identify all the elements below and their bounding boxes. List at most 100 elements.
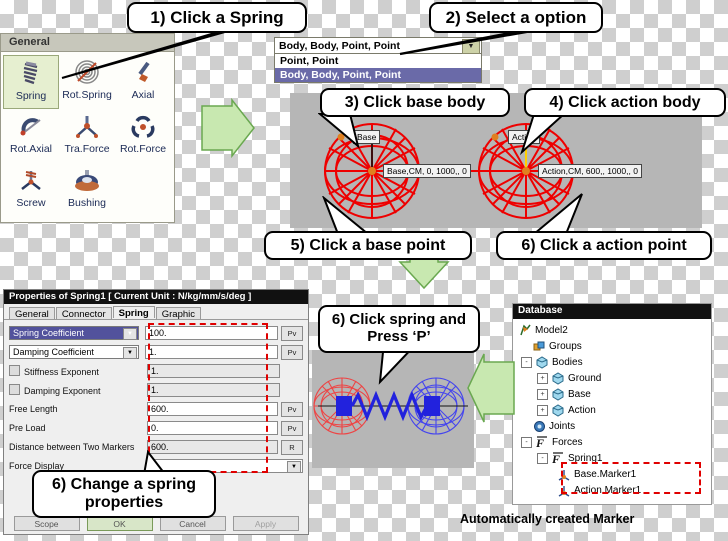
row-pre-load: Pre Load 0. Pv bbox=[9, 420, 303, 436]
callout-4: 4) Click action body bbox=[524, 88, 726, 117]
spring-coefficient-select[interactable]: Spring Coefficient ▼ bbox=[9, 326, 139, 340]
toolbar-item-spring[interactable]: Spring bbox=[3, 55, 59, 109]
arrow-right-to-viewport bbox=[201, 98, 255, 159]
damping-coefficient-input[interactable]: 1. bbox=[145, 345, 278, 359]
damping-exponent-input[interactable]: 1. bbox=[147, 383, 280, 397]
checkbox-icon[interactable] bbox=[9, 384, 20, 395]
rotational-force-icon bbox=[128, 112, 158, 142]
tree-item-bodies[interactable]: - Bodies bbox=[517, 354, 711, 370]
callout-5: 5) Click a base point bbox=[264, 231, 472, 260]
chevron-down-icon[interactable]: ▼ bbox=[287, 461, 301, 473]
svg-text:F: F bbox=[535, 436, 544, 449]
spring-coefficient-pv-button[interactable]: Pv bbox=[281, 325, 303, 341]
toolbar-item-label: Axial bbox=[131, 89, 155, 101]
expand-toggle[interactable]: + bbox=[537, 388, 548, 400]
damping-coefficient-select[interactable]: Damping Coefficient ▼ bbox=[9, 345, 139, 359]
collapse-toggle[interactable]: - bbox=[521, 436, 532, 448]
pre-load-pv-button[interactable]: Pv bbox=[281, 420, 303, 436]
arrow-left-to-database bbox=[467, 353, 515, 423]
stiffness-exponent-label: Stiffness Exponent bbox=[9, 365, 147, 377]
force-icon: F bbox=[535, 436, 547, 449]
spring-coefficient-input[interactable]: 100. bbox=[145, 326, 278, 340]
collapse-toggle[interactable]: - bbox=[521, 356, 532, 368]
tree-item-action-marker1[interactable]: Action.Marker1 bbox=[517, 482, 711, 498]
tab-general[interactable]: General bbox=[9, 307, 55, 320]
row-spring-coefficient: Spring Coefficient ▼ 100. Pv bbox=[9, 325, 303, 341]
database-title: Database bbox=[513, 304, 711, 319]
row-damping-coefficient: Damping Coefficient ▼ 1. Pv bbox=[9, 344, 303, 360]
toolbar-item-screw[interactable]: Screw bbox=[3, 163, 59, 217]
apply-button[interactable]: Apply bbox=[232, 516, 299, 531]
select-label: Spring Coefficient bbox=[13, 328, 84, 338]
damping-exponent-label: Damping Exponent bbox=[9, 384, 147, 396]
checkbox-icon[interactable] bbox=[9, 365, 20, 376]
free-length-pv-button[interactable]: Pv bbox=[281, 401, 303, 417]
toolbar-item-label: Rot.Axial bbox=[9, 143, 52, 155]
dropdown-option-body-body-point-point[interactable]: Body, Body, Point, Point bbox=[275, 68, 481, 82]
toolbar-item-tra-force[interactable]: Tra.Force bbox=[59, 109, 115, 163]
row-free-length: Free Length 600. Pv bbox=[9, 401, 303, 417]
tab-connector[interactable]: Connector bbox=[55, 307, 112, 320]
callout-3-tail bbox=[318, 113, 360, 149]
tree-item-groups[interactable]: Groups bbox=[517, 338, 711, 354]
tree-item-forces[interactable]: - F Forces bbox=[517, 434, 711, 450]
cancel-button[interactable]: Cancel bbox=[159, 516, 226, 531]
database-caption: Automatically created Marker bbox=[460, 512, 635, 526]
stiffness-exponent-input[interactable]: 1. bbox=[147, 364, 280, 378]
toolbar-item-bushing[interactable]: Bushing bbox=[59, 163, 115, 217]
translational-force-icon bbox=[72, 112, 102, 142]
toolbar-item-label: Bushing bbox=[68, 197, 106, 209]
database-tree: Model2 Groups - Bodies + Ground + Base +… bbox=[513, 319, 711, 498]
distance-r-button[interactable]: R bbox=[281, 439, 303, 455]
chevron-down-icon[interactable]: ▼ bbox=[123, 328, 137, 340]
tree-item-action[interactable]: + Action bbox=[517, 402, 711, 418]
spring-end-base bbox=[336, 396, 352, 416]
action-cm-tag: Action,CM, 600,, 1000,, 0 bbox=[538, 164, 642, 178]
callout-2: 2) Select a option bbox=[429, 2, 603, 33]
bushing-icon bbox=[72, 166, 102, 196]
damping-coefficient-pv-button[interactable]: Pv bbox=[281, 344, 303, 360]
row-stiffness-exponent: Stiffness Exponent 1. bbox=[9, 363, 303, 379]
database-panel[interactable]: Database Model2 Groups - Bodies + Ground… bbox=[512, 303, 712, 505]
tab-spring[interactable]: Spring bbox=[112, 306, 155, 319]
dialog-title: Properties of Spring1 [ Current Unit : N… bbox=[4, 290, 308, 304]
collapse-toggle[interactable]: - bbox=[537, 452, 548, 464]
expand-toggle[interactable]: + bbox=[537, 372, 548, 384]
tree-item-joints[interactable]: Joints bbox=[517, 418, 711, 434]
marker-icon bbox=[558, 469, 570, 481]
force-icon: F bbox=[551, 452, 563, 465]
toolbar-item-label: Rot.Spring bbox=[62, 89, 112, 101]
spring-coil bbox=[350, 390, 429, 422]
tree-item-ground[interactable]: + Ground bbox=[517, 370, 711, 386]
toolbar-item-rot-axial[interactable]: Rot.Axial bbox=[3, 109, 59, 163]
distance-between-markers-label: Distance between Two Markers bbox=[9, 442, 135, 452]
dropdown-value: Body, Body, Point, Point bbox=[279, 39, 400, 52]
tree-item-model2[interactable]: Model2 bbox=[517, 322, 711, 338]
bodies-icon bbox=[536, 355, 548, 369]
expand-toggle[interactable]: + bbox=[537, 404, 548, 416]
callout-1: 1) Click a Spring bbox=[127, 2, 307, 33]
toolbar-item-label: Screw bbox=[16, 197, 46, 209]
toolbar-item-label: Rot.Force bbox=[119, 143, 167, 155]
rotational-axial-icon bbox=[16, 112, 46, 142]
tree-item-base[interactable]: + Base bbox=[517, 386, 711, 402]
body-icon bbox=[552, 387, 564, 401]
free-length-input[interactable]: 600. bbox=[147, 402, 278, 416]
tab-graphic[interactable]: Graphic bbox=[155, 307, 202, 320]
toolbar-item-rot-force[interactable]: Rot.Force bbox=[115, 109, 171, 163]
tree-item-spring1[interactable]: - F Spring1 bbox=[517, 450, 711, 466]
scope-button[interactable]: Scope bbox=[13, 516, 80, 531]
chevron-down-icon[interactable]: ▼ bbox=[123, 347, 137, 359]
body-icon bbox=[552, 403, 564, 417]
tree-item-base-marker1[interactable]: Base.Marker1 bbox=[517, 466, 711, 482]
pre-load-input[interactable]: 0. bbox=[147, 421, 278, 435]
marker-icon bbox=[558, 485, 570, 497]
pre-load-label: Pre Load bbox=[9, 423, 46, 433]
callout-8: 6) Change a spring properties bbox=[32, 470, 216, 518]
callout-3: 3) Click base body bbox=[320, 88, 510, 117]
ok-button[interactable]: OK bbox=[86, 516, 153, 531]
select-label: Damping Coefficient bbox=[13, 347, 94, 357]
joints-icon bbox=[534, 420, 545, 432]
callout-6: 6) Click a action point bbox=[496, 231, 712, 260]
free-length-label: Free Length bbox=[9, 404, 58, 414]
